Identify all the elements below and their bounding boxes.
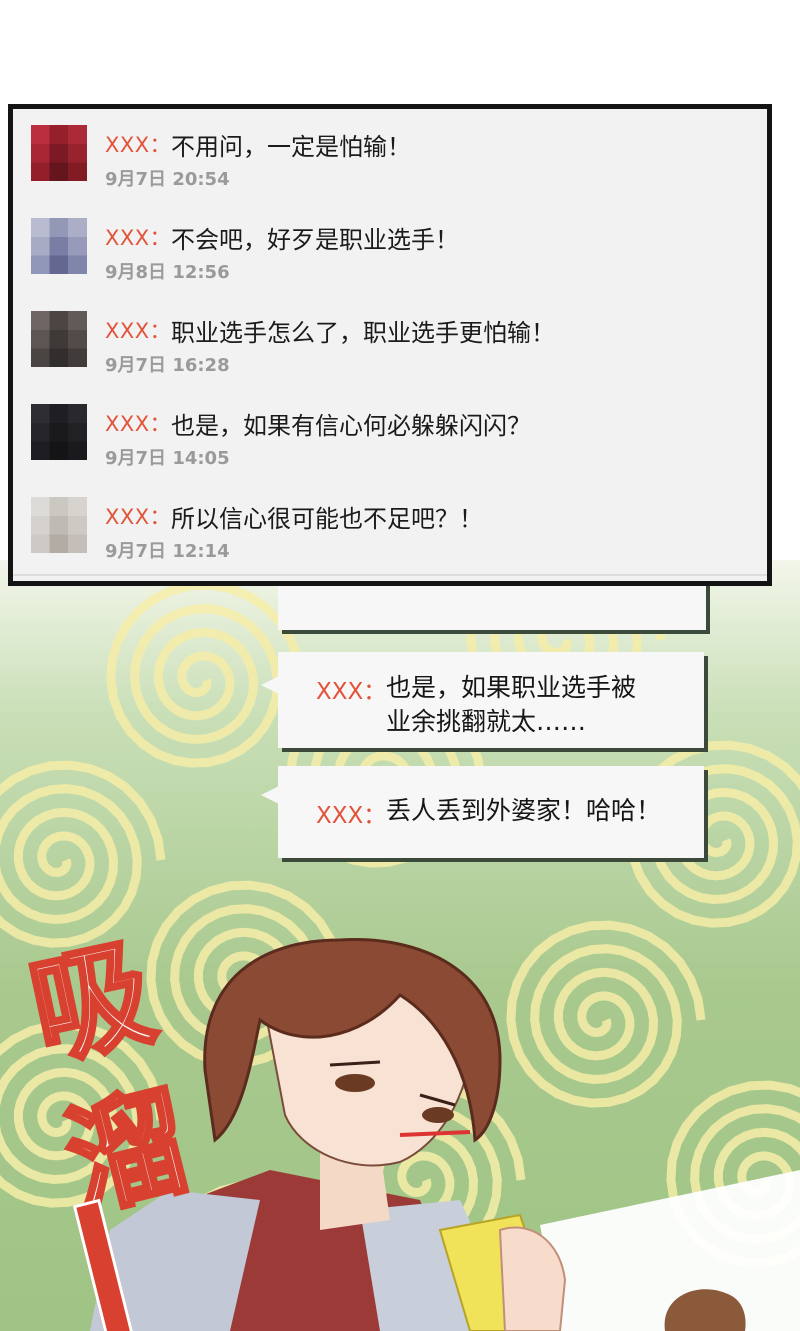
comic-page: 吸 溜 XXX： 也是，如果职业选手被 业余挑翻就太…… XXX： 丢人丢到外婆…	[0, 0, 800, 1331]
comment-author[interactable]: XXX：	[105, 129, 171, 159]
avatar[interactable]	[31, 497, 87, 553]
bubble-text: 丢人丢到外婆家！哈哈！	[386, 796, 662, 825]
comment-time: 9月7日 20:54	[105, 169, 230, 190]
comment-time: 9月7日 14:05	[105, 448, 230, 469]
comment-time: 9月7日 16:28	[105, 355, 230, 376]
comment-item: XXX： 职业选手怎么了，职业选手更怕输！ 9月7日 16:28	[13, 295, 767, 390]
bubble-name: XXX：	[316, 679, 387, 705]
comment-item: XXX： 不用问，一定是怕输！ 9月7日 20:54	[13, 109, 767, 204]
comment-item: XXX： 不会吧，好歹是职业选手！ 9月8日 12:56	[13, 202, 767, 297]
comment-time: 9月7日 12:14	[105, 541, 230, 562]
comment-author[interactable]: XXX：	[105, 222, 171, 252]
comment-item: XXX： 也是，如果有信心何必躲躲闪闪？ 9月7日 14:05	[13, 388, 767, 483]
comment-text: 不会吧，好歹是职业选手！	[171, 226, 459, 254]
bubble-name: XXX：	[316, 803, 387, 829]
comment-text: 也是，如果有信心何必躲躲闪闪？	[171, 412, 531, 440]
comment-time: 9月8日 12:56	[105, 262, 230, 283]
avatar[interactable]	[31, 125, 87, 181]
avatar[interactable]	[31, 311, 87, 367]
comment-text: 所以信心很可能也不足吧？！	[171, 505, 483, 533]
comment-item: XXX： 所以信心很可能也不足吧？！ 9月7日 12:14	[13, 481, 767, 576]
avatar[interactable]	[31, 218, 87, 274]
chat-bubble-2: XXX： 丢人丢到外婆家！哈哈！	[261, 766, 704, 858]
bubble-text-line1: 也是，如果职业选手被	[386, 673, 637, 702]
swirl	[106, 580, 306, 768]
avatar[interactable]	[31, 404, 87, 460]
bubble-text-line2: 业余挑翻就太……	[386, 707, 587, 736]
comment-panel: XXX： 不用问，一定是怕输！ 9月7日 20:54 XXX： 不会吧，好歹是职…	[8, 104, 772, 586]
comment-text: 职业选手怎么了，职业选手更怕输！	[171, 319, 555, 347]
comment-text: 不用问，一定是怕输！	[171, 133, 411, 161]
chat-bubble-1: XXX： 也是，如果职业选手被 业余挑翻就太……	[261, 652, 704, 748]
comment-author[interactable]: XXX：	[105, 315, 171, 345]
comment-author[interactable]: XXX：	[105, 408, 171, 438]
comment-author[interactable]: XXX：	[105, 501, 171, 531]
